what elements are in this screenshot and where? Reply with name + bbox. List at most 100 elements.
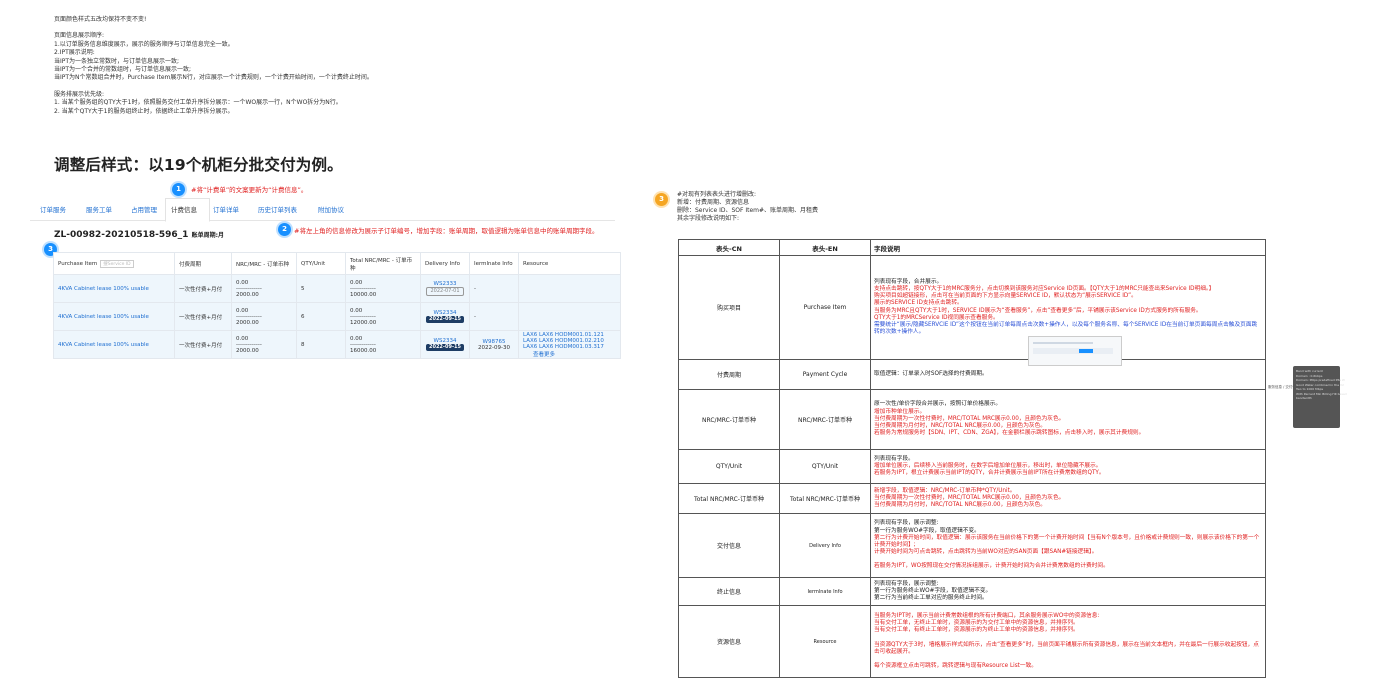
spec-en: Resource — [779, 605, 871, 678]
tab-addendum[interactable]: 附加协议 — [318, 204, 344, 214]
resource-link[interactable]: LAX6 LAX6 HODM001.02.210 — [523, 338, 616, 344]
spec-desc-line: 增加单位展示，后续移入当前服务时，在数字后增加单位展示，移出时，单位隐藏不展示。 — [874, 462, 1102, 469]
spec-desc-line: 列表现有字段，展示调整: — [874, 580, 939, 587]
tab-occupancy[interactable]: 占用管理 — [131, 204, 157, 214]
spec-desc-line: 每个资源框立点击可跳转，跳转逻辑与现有Resource List一致。 — [874, 662, 1037, 669]
spec-cn: QTY/Unit — [678, 449, 780, 484]
spec-table: 表头-CN 表头-EN 字段说明 购买项目 Purchase Item 列表现有字段… — [678, 239, 1266, 678]
spec-cn: 付费周期 — [678, 359, 780, 390]
tab-order-detail[interactable]: 订单详单 — [213, 204, 239, 214]
spec-desc-line: QTY大于1的MRCService ID视同展示查看服务。 — [874, 314, 999, 321]
spec-desc: 当服务为IPT时，展示当前计费常数组根的所有计费端口，其余服务展示WO中的资源信… — [870, 605, 1266, 678]
total-cell: 0.00 ------------- 10000.00 — [345, 274, 421, 303]
order-id: ZL-00982-20210518-596_1 — [54, 230, 189, 240]
delivery-date-link[interactable]: 2022-09-15 — [426, 316, 464, 323]
spec-desc-line: 当付费周期为一次性付费时，MRC/TOTAL MRC展示0.00，且颜色为灰色。 — [874, 494, 1065, 501]
spec-desc-line — [874, 635, 1262, 642]
service-id-search[interactable]: 搜Service ID — [100, 259, 134, 268]
payment-cycle-cell: 一次性付费+月付 — [174, 274, 232, 303]
qty-cell: 8 — [296, 330, 346, 359]
spec-en: Iermlnate Info — [779, 577, 871, 606]
delivery-date-link[interactable]: 2022-07-01 — [426, 287, 464, 296]
spec-row: 资源信息 Resource 当服务为IPT时，展示当前计费常数组根的所有计费端口，其… — [678, 605, 1266, 678]
requirements-notes: 页面颜色样式五改均保持不变不变! 页面信息展示顺序: 1.以订单服务信息维度展示，展… — [54, 16, 373, 116]
note-line: 服务排展示优先级: — [54, 90, 105, 98]
spec-desc-line — [874, 656, 1262, 663]
col-delivery: Delivery Info — [420, 252, 470, 275]
resource-cell — [518, 302, 621, 331]
spec-row: QTY/Unit QTY/Unit 列表现有字段。 增加单位展示，后续移入当前服务时，… — [678, 449, 1266, 484]
note-line: 2.IPT展示说明: — [54, 49, 95, 57]
spec-row: 交付信息 Delivery Info 列表现有字段，展示调整: 第一行为服务WO#字段… — [678, 513, 1266, 578]
tooltip-text: Band with current Domain : 0.6kbps Domai… — [1296, 369, 1347, 400]
resource-link[interactable]: LAX6 LAX6 HODM001.01.121 — [523, 332, 616, 338]
purchase-item-link[interactable]: 4KVA Cabinet lease 100% usable — [53, 302, 175, 331]
spec-desc-line: 取值逻辑：订单录入时SOF选择的付费周期。 — [874, 370, 988, 377]
note-spacer — [54, 83, 373, 91]
badge-3-right: 3 — [655, 193, 668, 206]
spec-desc-line: 计费开始时间为可点击跳转，点击跳转为当前WO对应的SAN页面【跟SAN#链接逻辑… — [874, 549, 1098, 556]
badge-2: 2 — [278, 223, 291, 236]
purchase-item-link[interactable]: 4KVA Cabinet lease 100% usable — [53, 274, 175, 303]
resource-cell: LAX6 LAX6 HODM001.01.121 LAX6 LAX6 HODM00… — [518, 330, 621, 359]
spec-desc-line: 列表现有字段，合并展示。 — [874, 278, 943, 285]
tab-billing-info[interactable]: 计费信息 — [171, 204, 197, 214]
col-payment-cycle: 付费周期 — [174, 252, 232, 275]
mrc-value: 2000.00 — [236, 347, 259, 354]
spec-desc-line: 需要统计“展示/隐藏SERVCIE ID”这个按钮在当前订单每周点击次数+操作人… — [874, 321, 1258, 336]
purchase-item-link[interactable]: 4KVA Cabinet lease 100% usable — [53, 330, 175, 359]
tab-history-orders[interactable]: 历史订单列表 — [258, 204, 297, 214]
annotation-line: #对现有列表表头进行增删改: — [677, 191, 757, 198]
resource-link[interactable]: LAX6 LAX6 HODM001.03.317 — [523, 344, 616, 350]
note-line: 页面颜色样式五改均保持不变不变! — [54, 16, 147, 23]
spec-desc-line: 第一行为服务WO#字段，取值逻辑不变。 — [874, 527, 980, 534]
terminate-cell: - — [469, 302, 519, 331]
col-label: Purchase Item — [58, 260, 98, 267]
order-header: ZL-00982-20210518-596_1 账单周期:月 — [54, 230, 224, 240]
spec-row: NRC/MRC-订单币种 NRC/MRC-订单币种 原一次性/单价字段合并展示，按照… — [678, 389, 1266, 450]
resource-cell — [518, 274, 621, 303]
tab-service-workorder[interactable]: 服务工单 — [86, 204, 112, 214]
spec-desc-line: 第二行为当前终止工单对应的服务终止时间。 — [874, 595, 988, 602]
spec-desc-line: 第一行为服务终止WO#字段，取值逻辑不变。 — [874, 587, 992, 594]
spec-cn: 购买项目 — [678, 255, 780, 360]
spec-en: Payment Cycle — [779, 359, 871, 390]
spec-col-desc: 字段说明 — [870, 239, 1266, 256]
table-row: 4KVA Cabinet lease 100% usable 一次性付费+月付 0.… — [53, 330, 621, 359]
annotation-1: #将“计费单”的文案更新为“计费信息”。 — [191, 186, 308, 194]
note-line: 当IPT为一条独立常数时，与订单信息展示一致; — [54, 57, 180, 65]
note-line: 2. 当某个QTY大于1的服务组终止时，依据终止工单升序拆分展示。 — [54, 107, 234, 115]
delivery-date-link[interactable]: 2022-09-15 — [426, 344, 464, 351]
delivery-cell: WS2334 2022-09-15 — [420, 330, 470, 359]
note-line: 当IPT为N个常数组合并时，Purchase Item展示N行，对应展示一个计费… — [54, 74, 373, 82]
spec-desc-line: 若服务为常规服务时【SDN、IPT、CDN、ZGA】，在金额栏展示跳转图标，点击… — [874, 430, 1145, 437]
spec-desc-line: 列表现有字段，展示调整: — [874, 520, 939, 527]
terminate-cell: W98765 2022-09-30 — [469, 330, 519, 359]
col-purchase-item: Purchase Item 搜Service ID — [53, 252, 175, 275]
spec-cn: 终止信息 — [678, 577, 780, 606]
col-nrc-mrc: NRC/MRC - 订单币种 — [231, 252, 297, 275]
terminate-empty: - — [474, 285, 476, 292]
terminate-empty: - — [474, 313, 476, 320]
badge-1: 1 — [172, 183, 185, 196]
annotation-line: 删除：Service ID、SOF Item#、账单周期、月租费 — [677, 207, 819, 214]
spec-desc-line: 当服务为MRC且QTY大于1时，SERVICE ID展示为“查看服务”，点击“查… — [874, 307, 1202, 314]
spec-table-header: 表头-CN 表头-EN 字段说明 — [678, 239, 1266, 256]
spec-en: QTY/Unit — [779, 449, 871, 484]
spec-col-en: 表头-EN — [779, 239, 871, 256]
nrc-mrc-cell: 0.00 ------------- 2000.00 — [231, 274, 297, 303]
spec-en: Total NRC/MRC-订单币种 — [779, 483, 871, 514]
total-cell: 0.00 ------------- 12000.00 — [345, 302, 421, 331]
total-mrc: 10000.00 — [350, 291, 377, 298]
table-row: 4KVA Cabinet lease 100% usable 一次性付费+月付 0.… — [53, 302, 621, 331]
spec-desc-line: 列表现有字段。 — [874, 455, 914, 462]
spec-cn: 资源信息 — [678, 605, 780, 678]
spec-desc-line: 当资源QTY大于3时，墙格展示样式如所示，点击“查看更多”时，当前页面平铺展示所… — [874, 641, 1259, 655]
view-more-link[interactable]: 查看更多 — [523, 350, 616, 358]
total-cell: 0.00 ------------- 16000.00 — [345, 330, 421, 359]
terminate-date: 2022-09-30 — [478, 344, 510, 351]
tab-order-service[interactable]: 订单服务 — [40, 204, 66, 214]
bill-cycle: 账单周期:月 — [191, 232, 224, 239]
mrc-value: 2000.00 — [236, 319, 259, 326]
spec-en: Purchase Item — [779, 255, 871, 360]
